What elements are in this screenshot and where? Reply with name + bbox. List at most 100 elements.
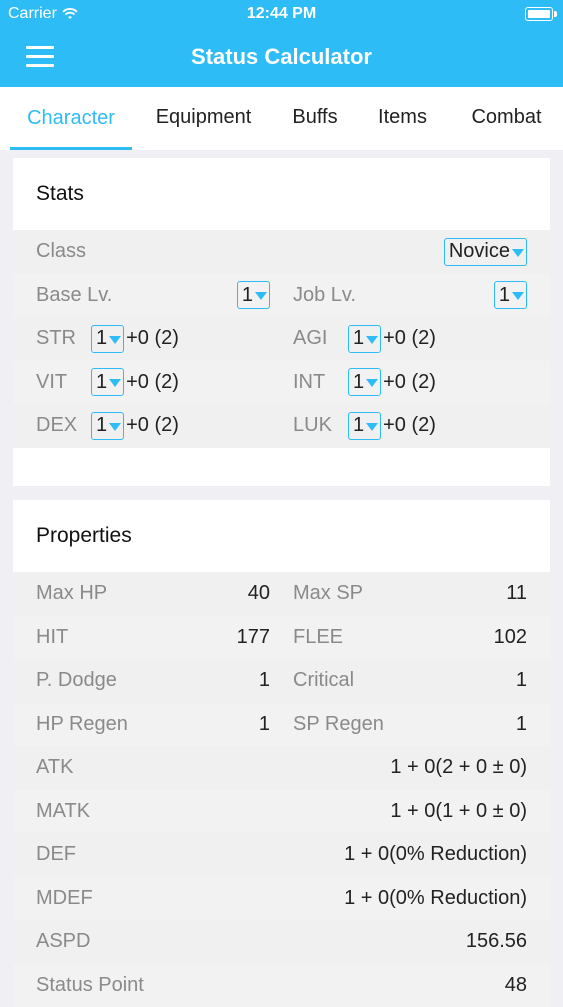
- p-dodge-value: 1: [259, 659, 270, 703]
- matk-value: 1 + 0(1 + 0 ± 0): [390, 790, 527, 834]
- prop-row-atk: ATK 1 + 0(2 + 0 ± 0): [13, 746, 550, 790]
- chevron-down-icon: [366, 423, 378, 431]
- attr-agi-select[interactable]: 1: [348, 325, 381, 353]
- base-lv-label: Base Lv.: [36, 274, 112, 318]
- properties-card: Properties Max HP 40 Max SP 11 HIT 177 F…: [13, 500, 550, 1000]
- attr-luk-label: LUK: [293, 414, 348, 437]
- job-lv-label: Job Lv.: [293, 274, 356, 318]
- chevron-down-icon: [255, 292, 267, 300]
- attr-luk-bonus: +0 (2): [383, 414, 436, 437]
- class-label: Class: [36, 230, 86, 274]
- mdef-label: MDEF: [36, 877, 93, 921]
- attr-vit-select[interactable]: 1: [91, 368, 124, 396]
- tab-equipment[interactable]: Equipment: [132, 87, 275, 147]
- stats-title: Stats: [13, 158, 550, 230]
- page-title: Status Calculator: [0, 44, 563, 70]
- attr-str: STR 1 +0 (2): [36, 317, 179, 361]
- attr-row-str-agi: STR 1 +0 (2) AGI 1 +0 (2): [13, 317, 550, 361]
- chevron-down-icon: [109, 336, 121, 344]
- stats-card: Stats Class Novice Base Lv. 1 Job Lv. 1: [13, 158, 550, 486]
- prop-row-hit-flee: HIT 177 FLEE 102: [13, 616, 550, 660]
- attr-vit: VIT 1 +0 (2): [36, 361, 179, 405]
- chevron-down-icon: [366, 336, 378, 344]
- attr-vit-label: VIT: [36, 371, 91, 394]
- nav-bar: Status Calculator: [0, 30, 563, 87]
- attr-dex-select[interactable]: 1: [91, 412, 124, 440]
- sp-regen-label: SP Regen: [293, 703, 384, 747]
- prop-row-hp-sp: Max HP 40 Max SP 11: [13, 572, 550, 616]
- attr-dex-bonus: +0 (2): [126, 414, 179, 437]
- attr-str-value: 1: [96, 327, 107, 350]
- tab-bar: Character Equipment Buffs Items Combat: [0, 87, 563, 150]
- attr-agi-bonus: +0 (2): [383, 327, 436, 350]
- attr-agi: AGI 1 +0 (2): [293, 317, 436, 361]
- attr-int: INT 1 +0 (2): [293, 361, 436, 405]
- prop-row-dodge-crit: P. Dodge 1 Critical 1: [13, 659, 550, 703]
- aspd-label: ASPD: [36, 920, 90, 964]
- attr-luk-value: 1: [353, 414, 364, 437]
- attr-vit-bonus: +0 (2): [126, 371, 179, 394]
- critical-value: 1: [516, 659, 527, 703]
- sp-regen-value: 1: [516, 703, 527, 747]
- tab-character[interactable]: Character: [10, 87, 132, 150]
- prop-row-mdef: MDEF 1 + 0(0% Reduction): [13, 877, 550, 921]
- tab-buffs[interactable]: Buffs: [275, 87, 355, 147]
- tab-items[interactable]: Items: [355, 87, 450, 147]
- prop-row-def: DEF 1 + 0(0% Reduction): [13, 833, 550, 877]
- chevron-down-icon: [109, 423, 121, 431]
- tab-combat[interactable]: Combat: [450, 87, 563, 147]
- battery-icon: [525, 7, 553, 21]
- attr-row-dex-luk: DEX 1 +0 (2) LUK 1 +0 (2): [13, 404, 550, 448]
- p-dodge-label: P. Dodge: [36, 659, 117, 703]
- class-select-wrap: Novice: [444, 230, 527, 274]
- attr-str-label: STR: [36, 327, 91, 350]
- prop-row-status-point: Status Point 48: [13, 964, 550, 1007]
- stats-card-spacer: [13, 448, 550, 486]
- attr-dex: DEX 1 +0 (2): [36, 404, 179, 448]
- base-lv-select-wrap: 1: [237, 274, 270, 318]
- base-lv-select[interactable]: 1: [237, 281, 270, 309]
- class-select[interactable]: Novice: [444, 238, 527, 266]
- prop-row-matk: MATK 1 + 0(1 + 0 ± 0): [13, 790, 550, 834]
- aspd-value: 156.56: [466, 920, 527, 964]
- attr-row-vit-int: VIT 1 +0 (2) INT 1 +0 (2): [13, 361, 550, 405]
- flee-value: 102: [494, 616, 527, 660]
- max-hp-label: Max HP: [36, 572, 107, 616]
- attr-dex-label: DEX: [36, 414, 91, 437]
- status-point-value: 48: [505, 964, 527, 1007]
- chevron-down-icon: [366, 379, 378, 387]
- job-lv-select[interactable]: 1: [494, 281, 527, 309]
- hp-regen-value: 1: [259, 703, 270, 747]
- attr-str-bonus: +0 (2): [126, 327, 179, 350]
- level-row: Base Lv. 1 Job Lv. 1: [13, 274, 550, 318]
- attr-luk-select[interactable]: 1: [348, 412, 381, 440]
- max-sp-value: 11: [506, 572, 527, 616]
- class-row: Class Novice: [13, 230, 550, 274]
- critical-label: Critical: [293, 659, 354, 703]
- max-hp-value: 40: [248, 572, 270, 616]
- clock: 12:44 PM: [0, 5, 563, 23]
- flee-label: FLEE: [293, 616, 343, 660]
- chevron-down-icon: [512, 249, 524, 257]
- attr-vit-value: 1: [96, 371, 107, 394]
- prop-row-regen: HP Regen 1 SP Regen 1: [13, 703, 550, 747]
- base-lv-value: 1: [242, 284, 253, 307]
- atk-label: ATK: [36, 746, 73, 790]
- attr-luk: LUK 1 +0 (2): [293, 404, 436, 448]
- prop-row-aspd: ASPD 156.56: [13, 920, 550, 964]
- status-point-label: Status Point: [36, 964, 144, 1007]
- properties-title: Properties: [13, 500, 550, 572]
- attr-int-select[interactable]: 1: [348, 368, 381, 396]
- attr-dex-value: 1: [96, 414, 107, 437]
- atk-value: 1 + 0(2 + 0 ± 0): [390, 746, 527, 790]
- mdef-value: 1 + 0(0% Reduction): [344, 877, 527, 921]
- chevron-down-icon: [512, 292, 524, 300]
- attr-int-bonus: +0 (2): [383, 371, 436, 394]
- attr-str-select[interactable]: 1: [91, 325, 124, 353]
- attr-agi-label: AGI: [293, 327, 348, 350]
- job-lv-value: 1: [499, 284, 510, 307]
- class-value: Novice: [449, 240, 510, 263]
- attr-agi-value: 1: [353, 327, 364, 350]
- matk-label: MATK: [36, 790, 90, 834]
- hp-regen-label: HP Regen: [36, 703, 128, 747]
